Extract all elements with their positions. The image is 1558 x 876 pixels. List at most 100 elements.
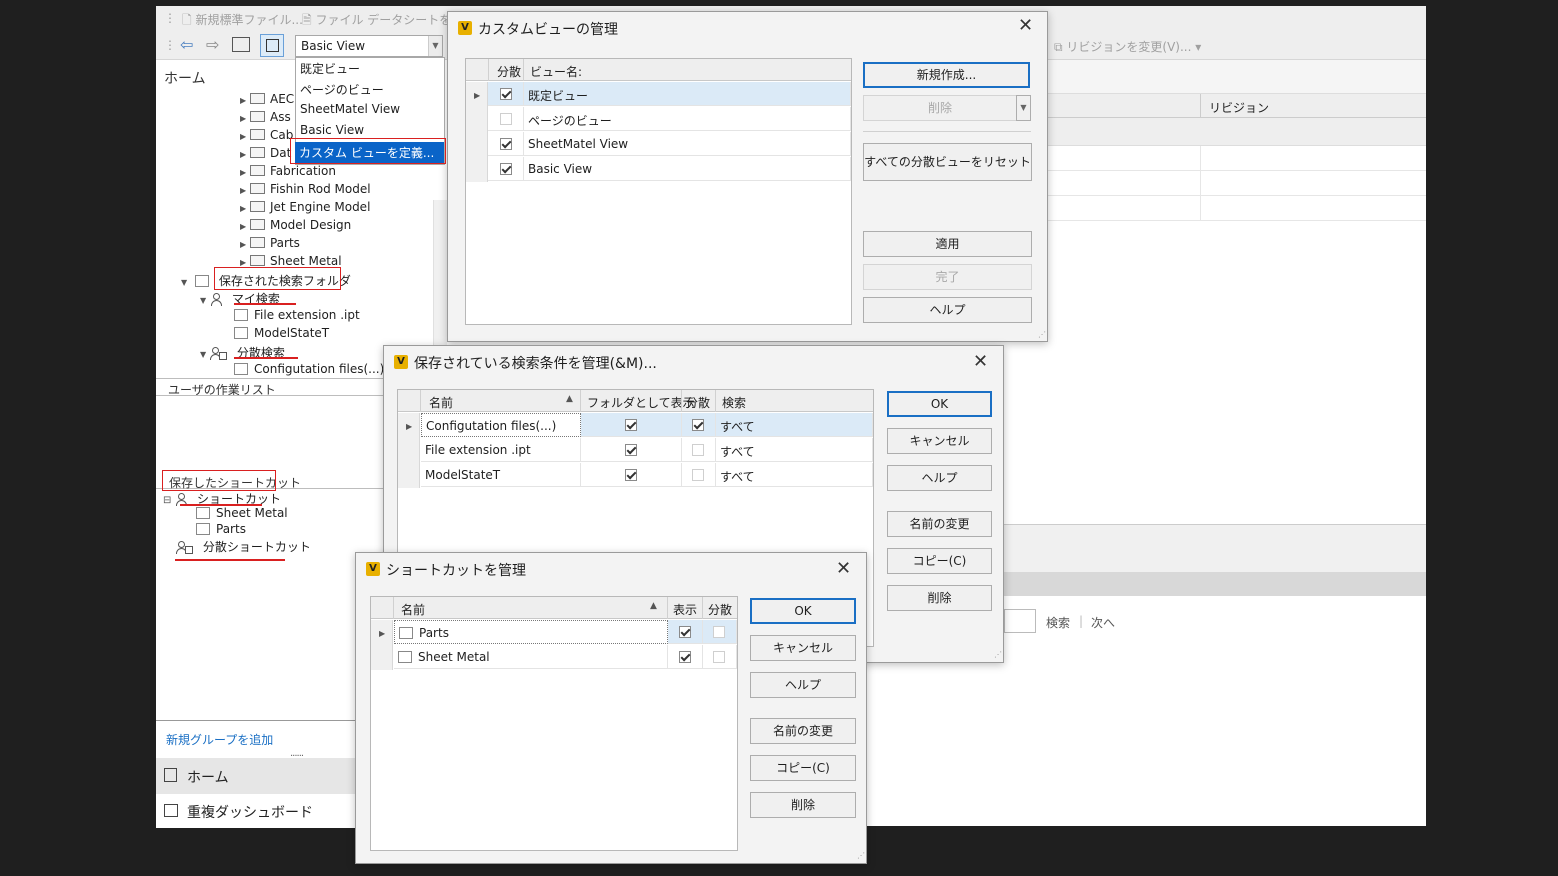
distributed-checkbox[interactable] — [713, 651, 725, 663]
row-view-name-cell[interactable]: ページのビュー — [524, 107, 851, 131]
copy-button[interactable]: コピー(C) — [750, 755, 856, 781]
search-name-cell[interactable]: ModelStateT — [421, 463, 581, 487]
show-as-folder-checkbox[interactable] — [625, 469, 637, 481]
distributed-cell[interactable] — [682, 463, 716, 487]
view-option[interactable]: ページのビュー — [296, 79, 444, 100]
distributed-checkbox[interactable] — [713, 626, 725, 638]
col-view-name-header[interactable]: ビュー名: — [530, 63, 582, 80]
delete-button[interactable]: 削除 — [887, 585, 992, 611]
show-folder-cell[interactable] — [581, 438, 682, 462]
tree-folder-item[interactable]: ▶ Fabrication — [240, 164, 336, 182]
reset-distributed-views-button[interactable]: すべての分散ビューをリセット — [863, 143, 1032, 181]
row-distributed-cell[interactable] — [488, 132, 524, 156]
apply-button[interactable]: 適用 — [863, 231, 1032, 257]
resize-grip-icon[interactable]: ⋰ — [994, 650, 1002, 659]
col-show-as-folder-header[interactable]: フォルダとして表示 — [587, 394, 695, 411]
new-standard-file-button[interactable]: 🗋 新規標準ファイル... — [182, 11, 303, 32]
show-checkbox[interactable] — [679, 626, 691, 638]
table-row[interactable] — [1048, 146, 1426, 171]
expand-arrow-icon[interactable]: ▶ — [240, 168, 246, 177]
distributed-cell[interactable] — [682, 438, 716, 462]
tree-folder-item[interactable]: ▶ Model Design — [240, 218, 351, 236]
close-icon[interactable]: ✕ — [1018, 15, 1033, 36]
col-distributed-header[interactable]: 分散 — [497, 63, 521, 80]
expand-arrow-icon[interactable]: ▶ — [240, 186, 246, 195]
expand-arrow-icon[interactable]: ▶ — [240, 240, 246, 249]
distributed-checkbox[interactable] — [500, 138, 512, 150]
saved-search-item[interactable]: ModelStateT — [234, 326, 329, 344]
collapse-box-icon[interactable]: ⊟ — [163, 495, 171, 506]
collapse-arrow-icon[interactable]: ▼ — [200, 350, 206, 359]
folder-up-icon[interactable] — [232, 37, 250, 52]
row-distributed-cell[interactable] — [488, 157, 524, 181]
expand-arrow-icon[interactable]: ▶ — [240, 150, 246, 159]
rename-button[interactable]: 名前の変更 — [750, 718, 856, 744]
find-next-button[interactable]: 次へ — [1091, 614, 1115, 631]
show-checkbox[interactable] — [679, 651, 691, 663]
rename-button[interactable]: 名前の変更 — [887, 511, 992, 537]
close-icon[interactable]: ✕ — [836, 558, 851, 579]
tree-folder-item[interactable]: ▶ Ass — [240, 110, 291, 128]
show-as-folder-checkbox[interactable] — [625, 444, 637, 456]
expand-arrow-icon[interactable]: ▶ — [240, 114, 246, 123]
search-scope-cell[interactable]: すべて — [716, 438, 873, 462]
show-as-folder-checkbox[interactable] — [625, 419, 637, 431]
distributed-checkbox[interactable] — [692, 469, 704, 481]
expand-arrow-icon[interactable]: ▶ — [240, 204, 246, 213]
distributed-checkbox[interactable] — [500, 88, 512, 100]
distributed-cell[interactable] — [703, 645, 737, 669]
expand-arrow-icon[interactable]: ▶ — [240, 132, 246, 141]
change-revision-button[interactable]: ⧉ リビジョンを変更(V)... ▾ — [1054, 38, 1201, 55]
search-name-cell[interactable]: File extension .ipt — [421, 438, 581, 462]
row-view-name-cell[interactable]: 既定ビュー — [524, 82, 851, 106]
close-icon[interactable]: ✕ — [973, 351, 988, 372]
add-group-link[interactable]: 新規グループを追加 — [166, 731, 273, 748]
layout-toggle-button[interactable] — [260, 34, 284, 57]
row-view-name-cell[interactable]: Basic View — [524, 157, 851, 181]
forward-arrow-icon[interactable]: ⇨ — [206, 35, 219, 54]
ok-button[interactable]: OK — [750, 598, 856, 624]
row-distributed-cell[interactable] — [488, 82, 524, 106]
find-search-button[interactable]: 検索 — [1046, 614, 1070, 631]
tree-folder-item[interactable]: ▶ Dat — [240, 146, 291, 164]
resize-grip-icon[interactable]: ⋰ — [857, 851, 865, 860]
shortcut-name-cell[interactable]: Sheet Metal — [394, 645, 668, 669]
my-search-node[interactable]: ▼ マイ検索 — [200, 290, 280, 308]
nav-home[interactable]: ホーム — [156, 758, 356, 794]
expand-arrow-icon[interactable]: ▶ — [240, 258, 246, 267]
table-row[interactable] — [1048, 196, 1426, 221]
delete-view-button[interactable]: 削除 — [863, 95, 1017, 121]
distributed-search-node[interactable]: ▼ 分散検索 — [200, 344, 285, 362]
tree-folder-item[interactable]: ▶ Fishin Rod Model — [240, 182, 371, 200]
cancel-button[interactable]: キャンセル — [750, 635, 856, 661]
distributed-checkbox[interactable] — [500, 163, 512, 175]
collapse-arrow-icon[interactable]: ▼ — [181, 278, 187, 287]
done-button[interactable]: 完了 — [863, 264, 1032, 290]
col-distributed-header[interactable]: 分散 — [686, 394, 710, 411]
col-name-header[interactable]: 名前 — [401, 601, 425, 618]
saved-search-item[interactable]: File extension .ipt — [234, 308, 360, 326]
view-option[interactable]: SheetMatel View — [296, 100, 444, 121]
delete-options-chevron-icon[interactable]: ▼ — [1016, 95, 1031, 121]
row-distributed-cell[interactable] — [488, 107, 524, 131]
distributed-checkbox[interactable] — [500, 113, 512, 125]
search-scope-cell[interactable]: すべて — [716, 463, 873, 487]
tree-folder-item[interactable]: ▶ AEC — [240, 92, 294, 110]
tree-folder-item[interactable]: ▶ Parts — [240, 236, 300, 254]
view-select[interactable]: Basic View ▼ — [295, 35, 443, 57]
help-button[interactable]: ヘルプ — [863, 297, 1032, 323]
col-distributed-header[interactable]: 分散 — [708, 601, 732, 618]
distributed-cell[interactable] — [703, 620, 737, 644]
search-scope-cell[interactable]: すべて — [716, 413, 873, 437]
revision-column-header[interactable]: リビジョン — [1209, 99, 1269, 116]
help-button[interactable]: ヘルプ — [750, 672, 856, 698]
expand-arrow-icon[interactable]: ▶ — [240, 96, 246, 105]
view-option[interactable]: 既定ビュー — [296, 58, 444, 79]
distributed-shortcut-node[interactable]: 分散ショートカット — [176, 538, 311, 556]
shortcut-name-cell[interactable]: Parts — [394, 620, 668, 644]
row-view-name-cell[interactable]: SheetMatel View — [524, 132, 851, 156]
resize-grip-icon[interactable]: ⋰ — [1038, 330, 1046, 339]
find-input[interactable] — [1004, 609, 1036, 633]
show-folder-cell[interactable] — [581, 413, 682, 437]
table-row[interactable] — [1048, 171, 1426, 196]
